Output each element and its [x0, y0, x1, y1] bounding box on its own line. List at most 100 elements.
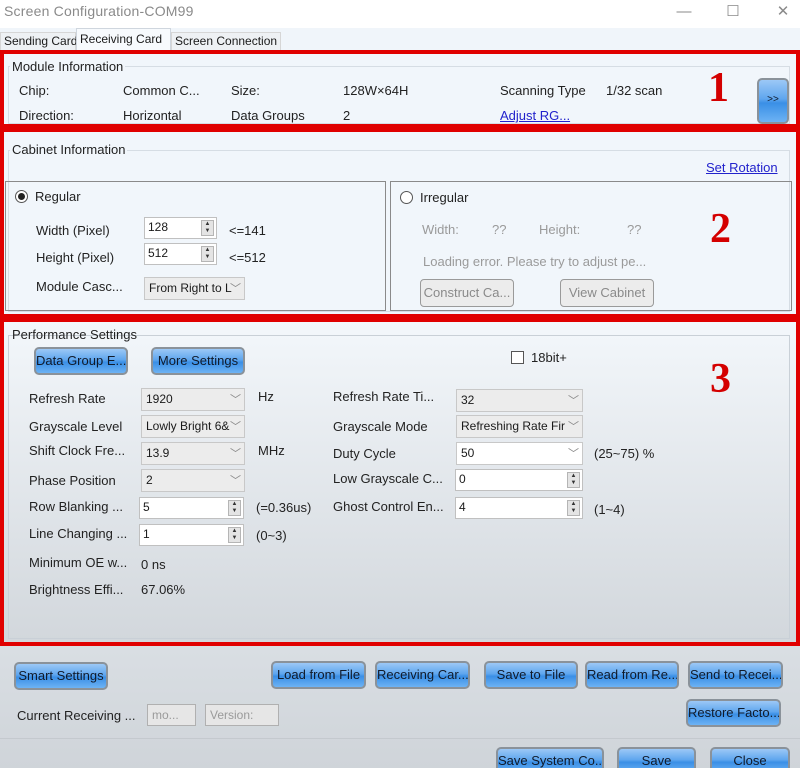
ghost-control-value: 4: [459, 500, 466, 514]
annotation-3: 3: [710, 356, 731, 402]
refresh-rate-times-select[interactable]: 32 ﹀: [456, 389, 583, 412]
line-changing-note: (0~3): [256, 528, 287, 543]
regular-radio[interactable]: [15, 190, 28, 203]
load-from-file-button[interactable]: Load from File: [271, 661, 366, 689]
ghost-control-note: (1~4): [594, 502, 625, 517]
data-groups-value: 2: [343, 108, 351, 123]
ghost-control-label: Ghost Control En...: [333, 499, 444, 514]
refresh-rate-select[interactable]: 1920 ﹀: [141, 388, 245, 411]
tab-sending-card[interactable]: Sending Card: [0, 32, 77, 50]
annotation-1: 1: [708, 65, 729, 111]
restore-factory-button[interactable]: Restore Facto...: [686, 699, 781, 727]
construct-cabinet-button[interactable]: Construct Ca...: [420, 279, 514, 307]
size-label: Size:: [231, 83, 260, 98]
line-changing-input[interactable]: 1 ▲ ▼: [139, 524, 244, 546]
line-changing-spinner-icon[interactable]: ▲ ▼: [228, 527, 241, 543]
module-cascade-value: From Right to L: [149, 281, 232, 295]
min-oe-label: Minimum OE w...: [29, 555, 128, 570]
line-changing-value: 1: [143, 527, 150, 541]
grayscale-mode-label: Grayscale Mode: [333, 419, 428, 434]
refresh-rate-times-label: Refresh Rate Ti...: [333, 389, 435, 404]
height-pixel-value: 512: [148, 246, 169, 260]
grayscale-mode-value: Refreshing Rate Fir: [461, 419, 566, 433]
low-grayscale-value: 0: [459, 472, 466, 486]
shift-clock-select[interactable]: 13.9 ﹀: [141, 442, 245, 465]
direction-value: Horizontal: [123, 108, 182, 123]
expand-module-button[interactable]: >>: [757, 78, 789, 124]
phase-position-select[interactable]: 2 ﹀: [141, 469, 245, 492]
module-cascade-label: Module Casc...: [36, 279, 123, 294]
read-from-receiving-button[interactable]: Read from Re...: [585, 661, 679, 689]
scanning-type-value: 1/32 scan: [606, 83, 663, 98]
save-system-config-button[interactable]: Save System Co...: [496, 747, 604, 768]
save-to-file-button[interactable]: Save to File: [484, 661, 578, 689]
chip-label: Chip:: [19, 83, 50, 98]
irregular-height-value: ??: [627, 222, 642, 237]
save-button[interactable]: Save: [617, 747, 696, 768]
ghost-control-spinner-icon[interactable]: ▲ ▼: [567, 500, 580, 516]
shift-clock-unit: MHz: [258, 443, 285, 458]
irregular-width-label: Width:: [422, 222, 459, 237]
chip-value: Common C...: [123, 83, 200, 98]
view-cabinet-button[interactable]: View Cabinet: [560, 279, 654, 307]
scanning-type-label: Scanning Type: [500, 83, 586, 98]
height-pixel-input[interactable]: 512 ▲ ▼: [144, 243, 217, 265]
irregular-radio[interactable]: [400, 191, 413, 204]
chevron-down-icon: ﹀: [230, 421, 241, 433]
chevron-down-icon: ﹀: [568, 395, 579, 407]
minimize-button[interactable]: —: [669, 2, 699, 22]
ghost-control-input[interactable]: 4 ▲ ▼: [455, 497, 583, 519]
refresh-rate-value: 1920: [146, 392, 173, 406]
row-blanking-spinner-icon[interactable]: ▲ ▼: [228, 500, 241, 516]
duty-cycle-label: Duty Cycle: [333, 446, 396, 461]
footer-divider: [0, 738, 800, 739]
shift-clock-value: 13.9: [146, 446, 170, 460]
adjust-rg-link[interactable]: Adjust RG...: [500, 108, 570, 123]
grayscale-mode-select[interactable]: Refreshing Rate Fir ﹀: [456, 415, 583, 438]
grayscale-level-select[interactable]: Lowly Bright 6& ﹀: [141, 415, 245, 438]
refresh-rate-label: Refresh Rate: [29, 391, 106, 406]
model-field[interactable]: mo...: [147, 704, 196, 726]
module-cascade-select[interactable]: From Right to L ﹀: [144, 277, 245, 300]
height-spinner-icon[interactable]: ▲ ▼: [201, 246, 214, 262]
send-to-receiving-button[interactable]: Send to Recei...: [688, 661, 783, 689]
version-field[interactable]: Version:: [205, 704, 279, 726]
performance-group: [8, 335, 790, 639]
low-grayscale-input[interactable]: 0 ▲ ▼: [455, 469, 583, 491]
tab-receiving-card[interactable]: Receiving Card: [76, 28, 171, 50]
width-pixel-label: Width (Pixel): [36, 223, 110, 238]
annotation-2: 2: [710, 206, 731, 252]
smart-settings-button[interactable]: Smart Settings: [14, 662, 108, 690]
window-title: Screen Configuration-COM99: [4, 3, 194, 19]
size-value: 128W×64H: [343, 83, 409, 98]
low-grayscale-spinner-icon[interactable]: ▲ ▼: [567, 472, 580, 488]
row-blanking-value: 5: [143, 500, 150, 514]
width-pixel-value: 128: [148, 220, 169, 234]
close-window-button[interactable]: ✕: [768, 2, 798, 22]
tab-screen-connection[interactable]: Screen Connection: [171, 32, 281, 50]
set-rotation-link[interactable]: Set Rotation: [706, 160, 778, 175]
refresh-rate-times-value: 32: [461, 393, 475, 407]
regular-label: Regular: [35, 189, 81, 204]
chevron-down-icon: ﹀: [230, 475, 241, 487]
shift-clock-label: Shift Clock Fre...: [29, 443, 126, 458]
duty-cycle-value: 50: [461, 446, 475, 460]
module-info-title: Module Information: [10, 59, 126, 74]
width-pixel-input[interactable]: 128 ▲ ▼: [144, 217, 217, 239]
row-blanking-note: (=0.36us): [256, 500, 312, 515]
data-groups-label: Data Groups: [231, 108, 305, 123]
duty-cycle-select[interactable]: 50 ﹀: [456, 442, 583, 465]
more-settings-button[interactable]: More Settings: [151, 347, 245, 375]
18bit-checkbox[interactable]: [511, 351, 524, 364]
receiving-card-button[interactable]: Receiving Car...: [375, 661, 470, 689]
height-limit: <=512: [229, 250, 266, 265]
close-button[interactable]: Close: [710, 747, 790, 768]
row-blanking-input[interactable]: 5 ▲ ▼: [139, 497, 244, 519]
direction-label: Direction:: [19, 108, 74, 123]
loading-error-text: Loading error. Please try to adjust pe..…: [423, 254, 647, 269]
duty-cycle-note: (25~75) %: [594, 446, 655, 461]
width-limit: <=141: [229, 223, 266, 238]
width-spinner-icon[interactable]: ▲ ▼: [201, 220, 214, 236]
maximize-button[interactable]: ☐: [718, 2, 748, 22]
data-group-button[interactable]: Data Group E...: [34, 347, 128, 375]
